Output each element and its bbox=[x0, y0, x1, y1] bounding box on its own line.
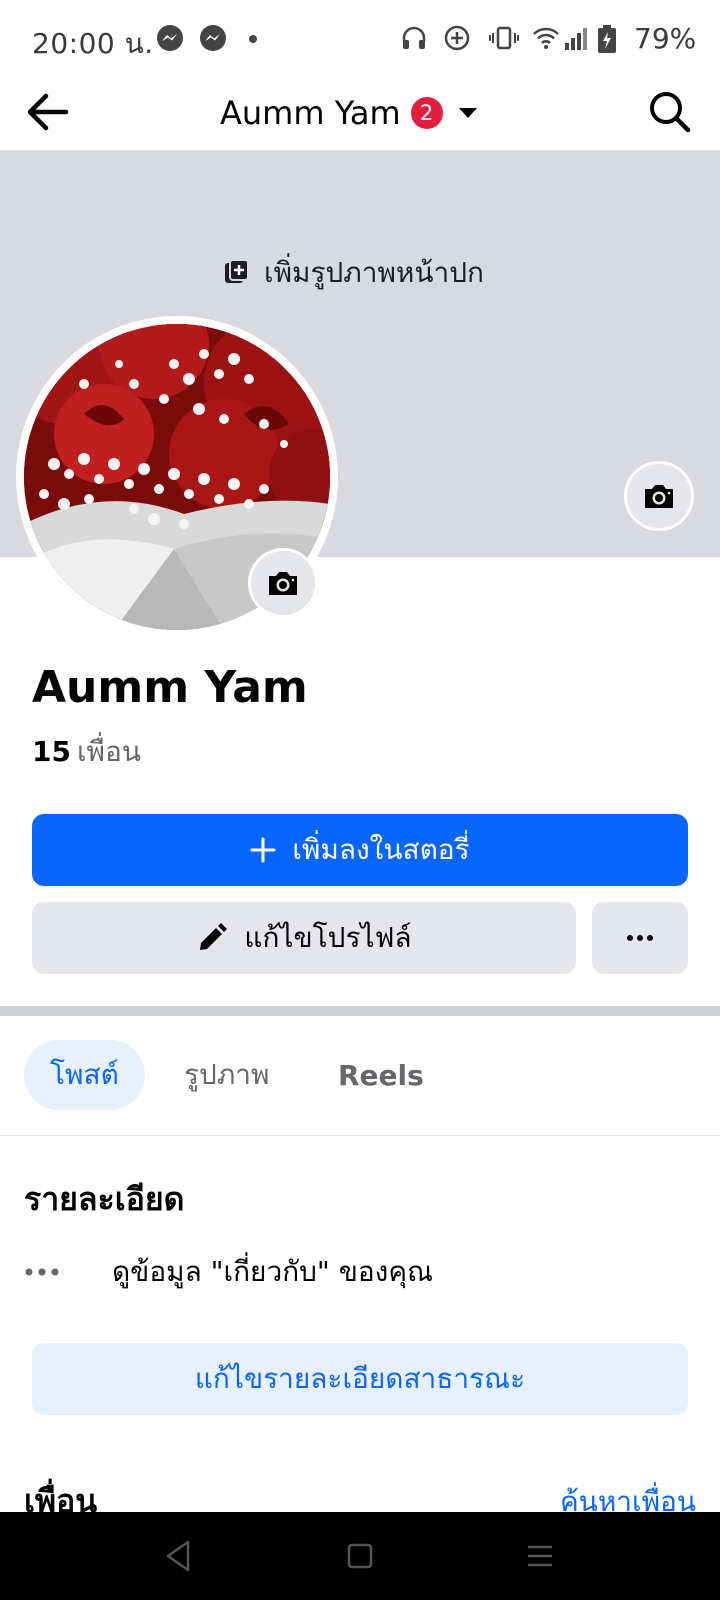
signal-icon bbox=[565, 28, 587, 50]
tabs-divider bbox=[0, 1135, 720, 1136]
battery-charging-icon bbox=[598, 25, 616, 53]
details-heading: รายละเอียด bbox=[24, 1180, 185, 1218]
wifi-icon bbox=[533, 27, 559, 49]
add-to-story-label: เพิ่มลงในสตอรี่ bbox=[292, 833, 470, 866]
recents-menu-icon bbox=[528, 1545, 552, 1567]
friends-count: 15 bbox=[32, 735, 71, 768]
camera-icon bbox=[269, 572, 297, 595]
cover-camera-button[interactable] bbox=[624, 461, 694, 531]
search-icon bbox=[650, 92, 691, 133]
add-photo-icon bbox=[225, 259, 249, 283]
profile-name: Aumm Yam bbox=[32, 662, 308, 713]
vibrate-icon bbox=[489, 26, 519, 50]
account-switcher[interactable]: Aumm Yam 2 bbox=[220, 88, 479, 138]
pencil-icon bbox=[200, 923, 228, 950]
friends-count-line[interactable]: 15 เพื่อน bbox=[32, 730, 141, 774]
dot-icon bbox=[249, 35, 257, 43]
nav-back-button[interactable] bbox=[156, 1534, 200, 1578]
back-button[interactable] bbox=[22, 86, 74, 138]
friends-label: เพื่อน bbox=[76, 735, 141, 768]
headphones-icon bbox=[402, 26, 426, 49]
nav-recents-button[interactable] bbox=[518, 1534, 562, 1578]
battery-level: 79% bbox=[634, 22, 697, 55]
messenger-icon bbox=[157, 25, 183, 51]
caret-down-icon bbox=[458, 108, 477, 118]
add-to-story-button[interactable]: เพิ่มลงในสตอรี่ bbox=[32, 814, 688, 886]
add-cover-photo-button[interactable]: เพิ่มรูปภาพหน้าปก bbox=[224, 251, 484, 295]
more-icon bbox=[24, 1267, 64, 1277]
camera-icon bbox=[645, 485, 673, 508]
view-about-label: ดูข้อมูล "เกี่ยวกับ" ของคุณ bbox=[112, 1255, 434, 1288]
system-navigation-bar bbox=[0, 1512, 720, 1600]
tab-photos[interactable]: รูปภาพ bbox=[184, 1040, 269, 1110]
status-bar: 20:00 น. 79% bbox=[0, 0, 720, 80]
tab-reels[interactable]: Reels bbox=[338, 1040, 424, 1110]
status-time: 20:00 น. bbox=[32, 27, 154, 60]
back-triangle-icon bbox=[166, 1540, 190, 1572]
back-arrow-icon bbox=[27, 93, 69, 131]
profile-camera-button[interactable] bbox=[248, 548, 318, 618]
notification-badge: 2 bbox=[410, 97, 443, 129]
top-header: Aumm Yam 2 bbox=[0, 80, 720, 151]
nav-home-button[interactable] bbox=[338, 1534, 382, 1578]
plus-icon bbox=[250, 837, 276, 863]
add-cover-photo-label: เพิ่มรูปภาพหน้าปก bbox=[264, 256, 484, 289]
search-button[interactable] bbox=[644, 86, 696, 138]
home-square-icon bbox=[347, 1543, 373, 1569]
more-icon bbox=[627, 935, 653, 941]
tab-posts[interactable]: โพสต์ bbox=[24, 1040, 145, 1110]
edit-public-details-button[interactable]: แก้ไขรายละเอียดสาธารณะ bbox=[32, 1343, 688, 1415]
edit-profile-button[interactable]: แก้ไขโปรไฟล์ bbox=[32, 902, 576, 974]
messenger-icon bbox=[200, 25, 226, 51]
data-saver-icon bbox=[444, 25, 470, 51]
header-title: Aumm Yam bbox=[220, 94, 401, 132]
more-options-button[interactable] bbox=[592, 902, 688, 974]
section-divider bbox=[0, 1006, 720, 1016]
view-about-row[interactable]: ดูข้อมูล "เกี่ยวกับ" ของคุณ bbox=[24, 1250, 433, 1294]
edit-profile-label: แก้ไขโปรไฟล์ bbox=[244, 921, 412, 954]
